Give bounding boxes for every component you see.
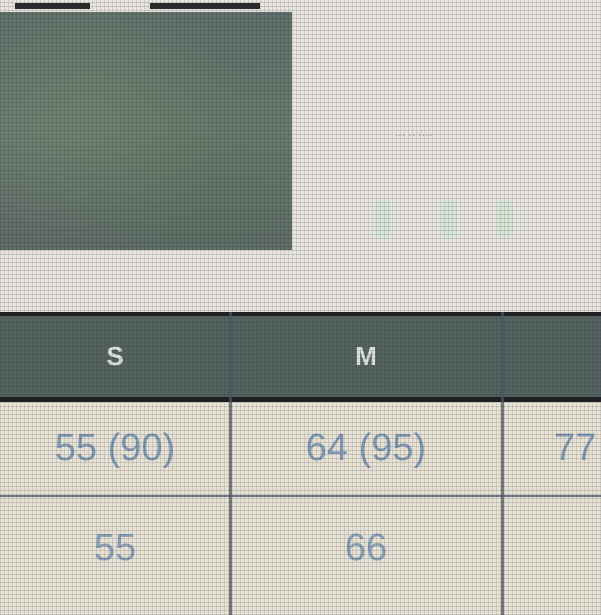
table-cell: 55 (93, 527, 137, 569)
table-cell: 77 (554, 427, 597, 469)
column-divider (229, 312, 232, 615)
swatch[interactable] (497, 200, 513, 238)
column-divider (501, 312, 504, 615)
table-row: 55 66 (0, 497, 601, 615)
table-header-row: S M (0, 312, 601, 402)
caption-text: ··· ·· ···· (395, 130, 433, 140)
swatch[interactable] (375, 200, 391, 238)
swatch[interactable] (441, 200, 457, 238)
table-cell: 66 (344, 527, 388, 569)
product-photo (0, 12, 292, 250)
top-bar-left (15, 3, 90, 9)
header-cell-l (502, 316, 601, 397)
table-cell (502, 497, 601, 615)
table-cell: 64 (95) (305, 427, 427, 469)
size-table: S M 55 (90) 64 (95) 77 55 66 (0, 312, 601, 615)
header-cell-m: M (355, 341, 377, 371)
header-cell-s: S (106, 341, 124, 371)
table-row: 55 (90) 64 (95) 77 (0, 402, 601, 497)
table-cell: 55 (90) (54, 427, 176, 469)
top-bar-right (150, 3, 260, 9)
